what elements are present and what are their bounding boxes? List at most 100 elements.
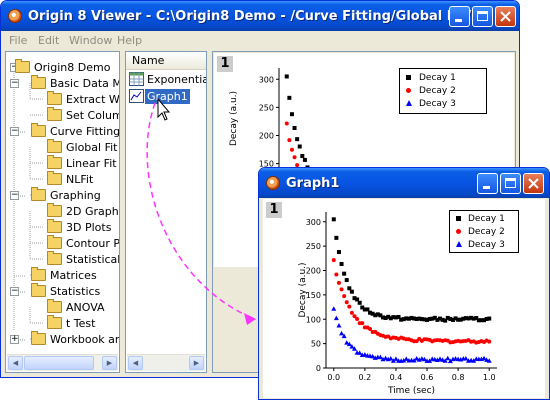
tree-horizontal-scrollbar[interactable]: ◀ ▶	[7, 354, 118, 371]
data-point	[284, 74, 289, 79]
legend-row: Decay 1	[456, 214, 505, 226]
menu-edit[interactable]: Edit	[38, 34, 59, 47]
tree-item-label: Extract Wo	[66, 93, 120, 106]
y-tick-label: 300	[306, 218, 321, 227]
minimize-icon	[483, 186, 490, 189]
workbook-icon	[129, 72, 144, 86]
data-point	[334, 235, 339, 240]
scroll-right-arrow-icon[interactable]: ▶	[102, 356, 117, 370]
x-tick-label: 0.6	[421, 373, 434, 382]
data-point	[339, 261, 344, 266]
graph-icon	[129, 89, 144, 103]
folder-icon	[47, 299, 62, 313]
tree-item-label: Set Column	[66, 109, 119, 122]
list-item-label: Exponential	[147, 73, 207, 86]
maximize-icon	[477, 11, 488, 21]
maximize-button[interactable]	[472, 6, 493, 27]
graph-minimize-button[interactable]	[477, 173, 498, 194]
legend-marker-square-icon	[406, 75, 411, 80]
y-tick-label: 50	[311, 340, 321, 349]
data-point	[339, 330, 345, 336]
graph-window-icon[interactable]	[266, 176, 280, 190]
collapse-icon[interactable]: −	[10, 127, 19, 136]
folder-icon	[47, 91, 62, 105]
file-list[interactable]: Name Exponential Graph1 ◀ ▶	[125, 51, 207, 373]
legend-row: Decay 2	[406, 86, 456, 98]
x-tick-label: 0.0	[327, 373, 340, 382]
scroll-left-arrow-icon[interactable]: ◀	[8, 356, 23, 370]
tree-item-label: Contour Plo	[66, 237, 120, 250]
graph-maximize-button[interactable]	[500, 173, 521, 194]
list-header[interactable]: Name	[126, 52, 206, 70]
y-tick-label: 200	[306, 267, 321, 276]
data-point	[292, 125, 297, 130]
data-point	[331, 306, 337, 311]
tree-item-label: Curve Fitting	[50, 125, 120, 138]
data-point	[349, 310, 354, 315]
chart-legend: Decay 1 Decay 2 Decay 3	[449, 210, 519, 253]
folder-icon	[31, 283, 46, 297]
data-point	[342, 294, 347, 299]
data-point	[349, 289, 354, 294]
tree-item-label: Linear Fit	[66, 157, 117, 170]
data-point	[360, 321, 365, 326]
folder-icon	[47, 155, 62, 169]
data-point	[336, 280, 341, 285]
minimize-button[interactable]	[449, 6, 470, 27]
folder-icon	[47, 235, 62, 249]
x-tick-label: 1.0	[483, 373, 496, 382]
tree-item-label: Basic Data Man	[50, 77, 119, 90]
close-button[interactable]	[495, 6, 516, 27]
folder-icon	[47, 107, 62, 121]
y-tick-label: 100	[306, 315, 321, 324]
data-point	[487, 316, 492, 321]
data-point	[445, 355, 451, 361]
data-point	[284, 121, 289, 126]
legend-label: Decay 1	[468, 214, 505, 224]
scroll-thumb[interactable]	[24, 356, 94, 370]
data-point	[287, 95, 292, 100]
legend-row: Decay 3	[456, 240, 505, 252]
legend-marker-triangle-icon	[406, 100, 412, 106]
tree-item-label: Statistical F	[66, 253, 120, 266]
expand-icon[interactable]: +	[10, 335, 19, 344]
folder-icon	[47, 203, 62, 217]
menu-window[interactable]: Window	[69, 34, 112, 47]
graph1-page: 1 0 50 100 150 200 250 300 0.0 0.2 0.4 0.6 0.8 1.0 De…	[263, 199, 545, 398]
collapse-icon[interactable]: −	[10, 191, 19, 200]
collapse-icon[interactable]: −	[10, 287, 19, 296]
menu-file[interactable]: File	[9, 34, 27, 47]
menu-help[interactable]: Help	[117, 34, 142, 47]
folder-icon	[47, 219, 62, 233]
scroll-left-arrow-icon[interactable]: ◀	[128, 356, 143, 370]
graph-close-button[interactable]	[523, 173, 544, 194]
origin-app-icon[interactable]	[8, 9, 22, 23]
folder-icon	[47, 315, 62, 329]
folder-icon	[31, 123, 46, 137]
series-decay-1	[284, 74, 313, 171]
data-point	[334, 272, 339, 277]
folder-icon	[31, 75, 46, 89]
close-icon	[528, 178, 539, 189]
x-tick-label: 0.8	[452, 373, 465, 382]
graph1-titlebar[interactable]: Graph1	[259, 168, 549, 198]
data-point	[344, 300, 349, 305]
main-titlebar[interactable]: Origin 8 Viewer - C:\Origin8 Demo - /Cur…	[1, 1, 519, 31]
list-horizontal-scrollbar[interactable]: ◀ ▶	[127, 354, 205, 371]
data-point	[357, 300, 362, 305]
data-point	[336, 322, 342, 328]
tree-item-label: ANOVA	[66, 301, 105, 314]
folder-icon	[47, 139, 62, 153]
legend-label: Decay 2	[468, 227, 505, 237]
tree-item-label: 2D Graphin	[66, 205, 119, 218]
legend-label: Decay 3	[468, 240, 505, 250]
list-item-label: Graph1	[145, 89, 190, 104]
folder-icon	[15, 59, 30, 73]
data-point	[289, 112, 294, 117]
data-point	[333, 315, 339, 321]
tree-item-label: NLFit	[66, 173, 94, 186]
collapse-icon[interactable]: −	[10, 79, 19, 88]
project-explorer-tree[interactable]: − Origin8 Demo − Basic Data Man Extract Wo Se…	[5, 51, 120, 373]
scroll-right-arrow-icon[interactable]: ▶	[189, 356, 204, 370]
tree-item-label: Statistics	[50, 285, 101, 298]
